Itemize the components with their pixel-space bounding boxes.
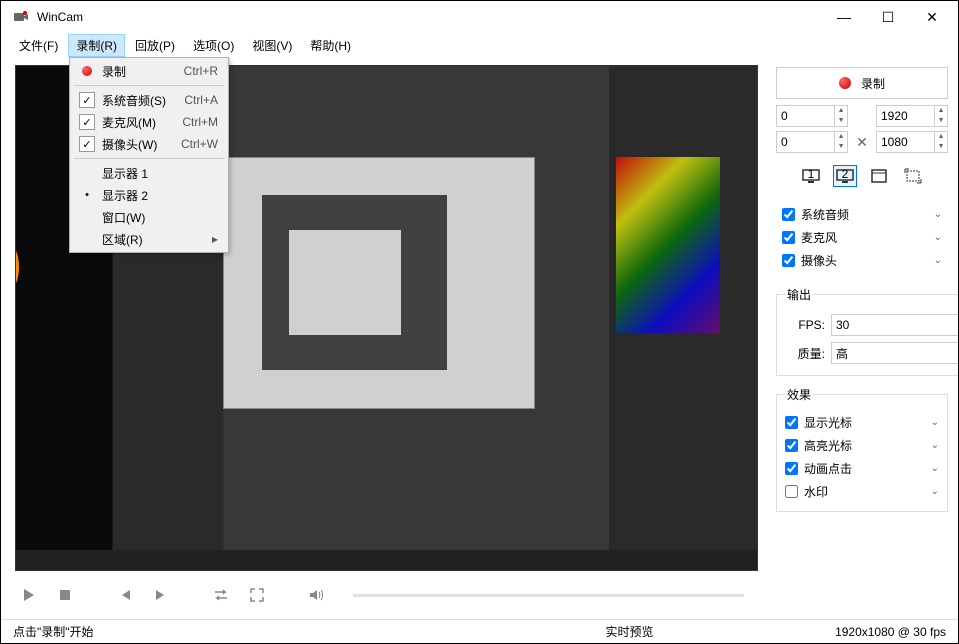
- system-audio-checkbox[interactable]: 系统音频⌄: [782, 203, 942, 226]
- check-icon: ✓: [79, 136, 95, 152]
- svg-text:1: 1: [808, 168, 815, 181]
- volume-slider[interactable]: [353, 594, 744, 597]
- chevron-down-icon[interactable]: ⌄: [931, 463, 939, 474]
- submenu-arrow-icon: ▸: [212, 232, 218, 246]
- chevron-down-icon[interactable]: ⌄: [931, 417, 939, 428]
- chevron-down-icon[interactable]: ⌄: [931, 440, 939, 451]
- region-capture-button[interactable]: [901, 165, 925, 187]
- stop-button[interactable]: [55, 585, 75, 605]
- record-button[interactable]: 录制: [776, 67, 948, 99]
- sidebar: 录制 ▲▼ ▲▼ ▲▼ ✕ ▲▼ 1 2 系统音频⌄ 麦克风⌄ 摄像头⌄ 输出 …: [772, 57, 958, 619]
- menu-item-webcam[interactable]: ✓ 摄像头(W) Ctrl+W: [72, 133, 226, 155]
- microphone-checkbox[interactable]: 麦克风⌄: [782, 226, 942, 249]
- menu-playback[interactable]: 回放(P): [127, 34, 183, 57]
- skip-start-button[interactable]: [115, 585, 135, 605]
- record-icon: [76, 66, 98, 76]
- check-icon: ✓: [79, 114, 95, 130]
- menu-item-region[interactable]: 区域(R) ▸: [72, 228, 226, 250]
- menu-item-window[interactable]: 窗口(W): [72, 206, 226, 228]
- menu-help[interactable]: 帮助(H): [302, 34, 359, 57]
- quality-field[interactable]: ⌄: [831, 342, 958, 364]
- close-button[interactable]: ✕: [922, 9, 942, 26]
- width-field[interactable]: ▲▼: [876, 105, 948, 127]
- show-cursor-checkbox[interactable]: 显示光标⌄: [785, 411, 939, 434]
- highlight-cursor-checkbox[interactable]: 高亮光标⌄: [785, 434, 939, 457]
- radio-icon: •: [76, 189, 98, 201]
- menu-options[interactable]: 选项(O): [185, 34, 242, 57]
- menu-item-record[interactable]: 录制 Ctrl+R: [72, 60, 226, 82]
- separator: [74, 85, 224, 86]
- menu-item-monitor1[interactable]: 显示器 1: [72, 162, 226, 184]
- times-icon: ✕: [852, 134, 872, 151]
- status-mode: 实时预览: [424, 623, 835, 640]
- window-title: WinCam: [37, 10, 834, 24]
- effects-group: 效果 显示光标⌄ 高亮光标⌄ 动画点击⌄ 水印⌄: [776, 386, 948, 512]
- menu-view[interactable]: 视图(V): [244, 34, 300, 57]
- menu-item-microphone[interactable]: ✓ 麦克风(M) Ctrl+M: [72, 111, 226, 133]
- fps-field[interactable]: ⌄: [831, 314, 958, 336]
- chevron-down-icon[interactable]: ⌄: [934, 209, 942, 220]
- volume-button[interactable]: [307, 585, 327, 605]
- separator: [74, 158, 224, 159]
- record-dropdown: 录制 Ctrl+R ✓ 系统音频(S) Ctrl+A ✓ 麦克风(M) Ctrl…: [69, 57, 229, 253]
- webcam-checkbox[interactable]: 摄像头⌄: [782, 249, 942, 272]
- menubar: 文件(F) 录制(R) 回放(P) 选项(O) 视图(V) 帮助(H) 录制 C…: [1, 33, 958, 57]
- app-icon: [13, 9, 29, 25]
- monitor1-button[interactable]: 1: [799, 165, 823, 187]
- menu-file[interactable]: 文件(F): [11, 34, 66, 57]
- menu-record[interactable]: 录制(R): [68, 34, 125, 57]
- fullscreen-button[interactable]: [247, 585, 267, 605]
- animate-click-checkbox[interactable]: 动画点击⌄: [785, 457, 939, 480]
- check-icon: ✓: [79, 92, 95, 108]
- statusbar: 点击"录制"开始 实时预览 1920x1080 @ 30 fps: [1, 619, 958, 643]
- menu-item-system-audio[interactable]: ✓ 系统音频(S) Ctrl+A: [72, 89, 226, 111]
- chevron-down-icon[interactable]: ⌄: [934, 232, 942, 243]
- playback-controls: [1, 571, 772, 619]
- minimize-button[interactable]: —: [834, 9, 854, 26]
- skip-end-button[interactable]: [151, 585, 171, 605]
- height-field[interactable]: ▲▼: [876, 131, 948, 153]
- svg-text:2: 2: [842, 168, 849, 181]
- window-capture-button[interactable]: [867, 165, 891, 187]
- menu-item-monitor2[interactable]: • 显示器 2: [72, 184, 226, 206]
- loop-button[interactable]: [211, 585, 231, 605]
- chevron-down-icon[interactable]: ⌄: [931, 486, 939, 497]
- chevron-down-icon[interactable]: ⌄: [934, 255, 942, 266]
- y-field[interactable]: ▲▼: [776, 131, 848, 153]
- x-field[interactable]: ▲▼: [776, 105, 848, 127]
- monitor2-button[interactable]: 2: [833, 165, 857, 187]
- maximize-button[interactable]: ☐: [878, 9, 898, 26]
- status-hint: 点击"录制"开始: [13, 623, 424, 640]
- record-icon: [839, 77, 851, 89]
- watermark-checkbox[interactable]: 水印⌄: [785, 480, 939, 503]
- status-resolution: 1920x1080 @ 30 fps: [835, 625, 946, 639]
- play-button[interactable]: [19, 585, 39, 605]
- output-group: 输出 FPS: ⌄ 质量: ⌄: [776, 286, 958, 376]
- titlebar: WinCam — ☐ ✕: [1, 1, 958, 33]
